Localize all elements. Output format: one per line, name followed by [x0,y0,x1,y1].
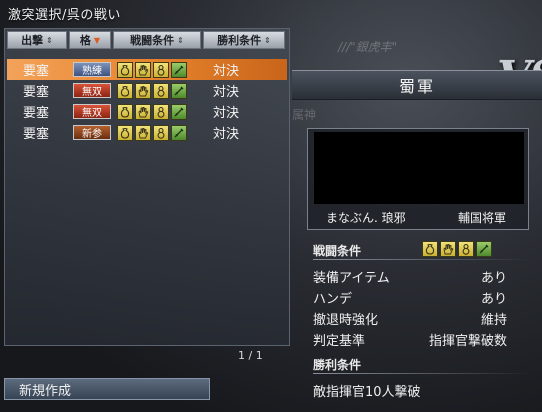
condition-row: 撤退時強化 維持 [313,309,507,328]
list-row[interactable]: 要塞 無双 対決 [7,80,287,101]
victory-cell: 対決 [213,106,240,121]
condition-value: 指揮官撃破数 [428,334,507,349]
condition-row: 装備アイテム あり [313,267,507,286]
hand-icon [135,61,151,78]
condition-label: 装備アイテム [313,271,390,286]
condition-row: 判定基準 指揮官撃破数 [313,330,507,349]
condition-value: 維持 [480,313,507,328]
list-row[interactable]: 要塞 熟練 対決 [7,59,287,80]
player-role: 輔国将軍 [458,211,507,225]
victory-cell: 対決 [213,64,240,79]
sword-icon [171,124,187,141]
sword-icon [171,82,187,99]
condition-label: 判定基準 [313,334,366,349]
pouch-icon [117,61,133,78]
pouch-icon [117,103,133,120]
battle-conditions-title: 戦闘条件 [313,244,362,258]
battle-condition-icons [117,82,205,99]
hand-icon [135,103,151,120]
pouch-icon [117,124,133,141]
gourd-icon [153,82,169,99]
divider [313,259,531,260]
rank-badge: 熟練 [73,62,111,77]
battle-condition-icons [422,241,492,257]
window-title: 激突選択/呉の戦い [8,8,121,23]
background-deco-text-2: 属神 [292,108,317,122]
match-list: 要塞 熟練 対決 要塞 無双 対決 要塞 無双 対決 要塞 新参 対決 [7,59,287,143]
sort-down-icon: ▼ [93,35,101,45]
hand-icon [135,124,151,141]
portrait-area [314,132,524,204]
list-row[interactable]: 要塞 新参 対決 [7,122,287,143]
battle-condition-icons [117,103,205,120]
list-header: 出撃 ⇕ 格 ▼ 戦闘条件 ⇕ 勝利条件 ⇕ [7,31,287,49]
deploy-cell: 要塞 [23,106,50,121]
column-header-battle-conditions[interactable]: 戦闘条件 ⇕ [113,31,201,49]
column-header-victory-conditions[interactable]: 勝利条件 ⇕ [203,31,285,49]
sort-arrows-icon: ⇕ [177,35,184,45]
pouch-icon [117,82,133,99]
condition-value: あり [480,292,507,307]
deploy-cell: 要塞 [23,64,50,79]
sword-icon [171,61,187,78]
column-header-rank[interactable]: 格 ▼ [69,31,111,49]
sort-arrows-icon: ⇕ [46,35,53,45]
match-list-panel: 出撃 ⇕ 格 ▼ 戦闘条件 ⇕ 勝利条件 ⇕ 要塞 熟練 対決 要塞 無双 対決 要塞 無双対… [4,28,290,346]
victory-conditions-title: 勝利条件 [313,358,362,372]
gourd-icon [153,103,169,120]
rank-badge: 無双 [73,104,111,119]
victory-condition-text: 敵指揮官10人撃破 [313,385,421,400]
gourd-icon [458,241,474,257]
rank-badge: 新参 [73,125,111,140]
condition-label: 撤退時強化 [313,313,379,328]
victory-cell: 対決 [213,85,240,100]
battle-condition-icons [117,61,205,78]
victory-cell: 対決 [213,127,240,142]
divider [313,373,531,374]
deploy-cell: 要塞 [23,85,50,100]
background-deco-text: ///"銀虎丰" [338,40,398,54]
condition-row: ハンデ あり [313,288,507,307]
hand-icon [440,241,456,257]
sword-icon [171,103,187,120]
condition-label: ハンデ [313,292,353,307]
hand-icon [135,82,151,99]
condition-value: あり [480,271,507,286]
new-match-button[interactable]: 新規作成 [4,378,210,400]
column-header-deploy[interactable]: 出撃 ⇕ [7,31,67,49]
sword-icon [476,241,492,257]
host-info-panel: まなぶん. 琅邪 輔国将軍 [307,128,529,230]
player-name: まなぶん. 琅邪 [326,211,406,225]
gourd-icon [153,61,169,78]
page-indicator: 1 / 1 [238,349,263,362]
deploy-cell: 要塞 [23,127,50,142]
army-name-bar: 蜀軍 [292,70,542,100]
sort-arrows-icon: ⇕ [264,35,271,45]
battle-condition-icons [117,124,205,141]
gourd-icon [153,124,169,141]
pouch-icon [422,241,438,257]
rank-badge: 無双 [73,83,111,98]
list-row[interactable]: 要塞 無双 対決 [7,101,287,122]
